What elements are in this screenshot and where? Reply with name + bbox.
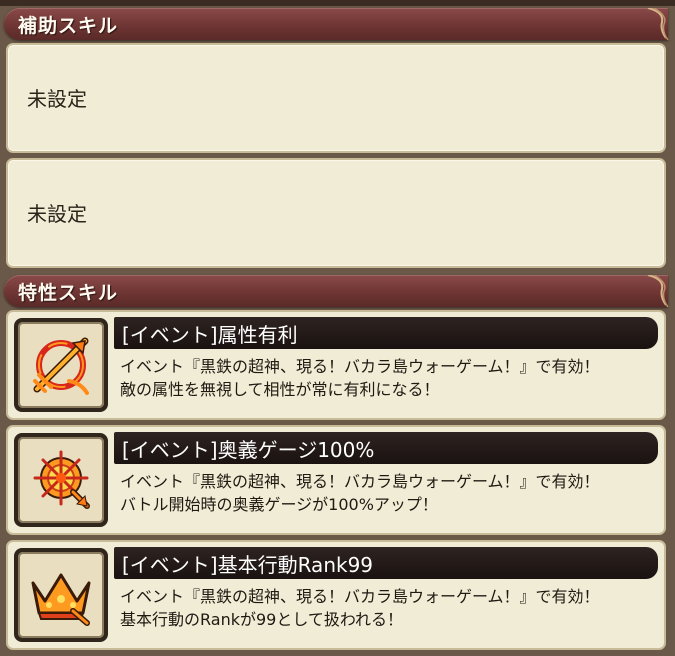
support-skill-slot-1[interactable]: 未設定 (6, 43, 666, 153)
slot-status-text: 未設定 (27, 87, 87, 111)
skill-description: イベント『黒鉄の超神、現る！バカラ島ウォーゲーム！』で有効！ バトル開始時の奥義… (120, 470, 660, 516)
ougi-gauge-icon (14, 433, 108, 527)
skill-desc-line: バトル開始時の奥義ゲージが100%アップ！ (120, 495, 438, 514)
trait-skill-item-ougi-gauge[interactable]: [イベント]奥義ゲージ100% イベント『黒鉄の超神、現る！バカラ島ウォーゲーム… (6, 425, 666, 535)
skill-desc-line: イベント『黒鉄の超神、現る！バカラ島ウォーゲーム！』で有効！ (120, 357, 600, 376)
top-strip (0, 0, 675, 6)
trait-skill-item-attribute[interactable]: [イベント]属性有利 イベント『黒鉄の超神、現る！バカラ島ウォーゲーム！』で有効… (6, 310, 666, 420)
crown-rank-icon (14, 548, 108, 642)
attribute-advantage-icon (14, 318, 108, 412)
trait-skill-header: 特性スキル (4, 275, 669, 307)
skill-description: イベント『黒鉄の超神、現る！バカラ島ウォーゲーム！』で有効！ 敵の属性を無視して… (120, 355, 660, 401)
skill-description: イベント『黒鉄の超神、現る！バカラ島ウォーゲーム！』で有効！ 基本行動のRank… (120, 585, 660, 631)
skill-name-bar: [イベント]奥義ゲージ100% (114, 432, 658, 464)
scroll-ornament-icon (647, 8, 669, 40)
skill-name-bar: [イベント]基本行動Rank99 (114, 547, 658, 579)
slot-status-text: 未設定 (27, 202, 87, 226)
skill-desc-line: イベント『黒鉄の超神、現る！バカラ島ウォーゲーム！』で有効！ (120, 472, 600, 491)
skill-desc-line: 敵の属性を無視して相性が常に有利になる！ (120, 380, 440, 399)
skill-name: [イベント]基本行動Rank99 (122, 553, 374, 577)
support-skill-slot-2[interactable]: 未設定 (6, 158, 666, 268)
skill-name-bar: [イベント]属性有利 (114, 317, 658, 349)
support-skill-title: 補助スキル (18, 15, 119, 37)
skill-desc-line: イベント『黒鉄の超神、現る！バカラ島ウォーゲーム！』で有効！ (120, 587, 600, 606)
skill-name: [イベント]属性有利 (122, 323, 298, 347)
trait-skill-item-rank[interactable]: [イベント]基本行動Rank99 イベント『黒鉄の超神、現る！バカラ島ウォーゲー… (6, 540, 666, 650)
scroll-ornament-icon (647, 275, 669, 307)
trait-skill-title: 特性スキル (18, 282, 119, 304)
skill-name: [イベント]奥義ゲージ100% (122, 438, 375, 462)
skill-desc-line: 基本行動のRankが99として扱われる！ (120, 610, 404, 629)
support-skill-header: 補助スキル (4, 8, 669, 40)
